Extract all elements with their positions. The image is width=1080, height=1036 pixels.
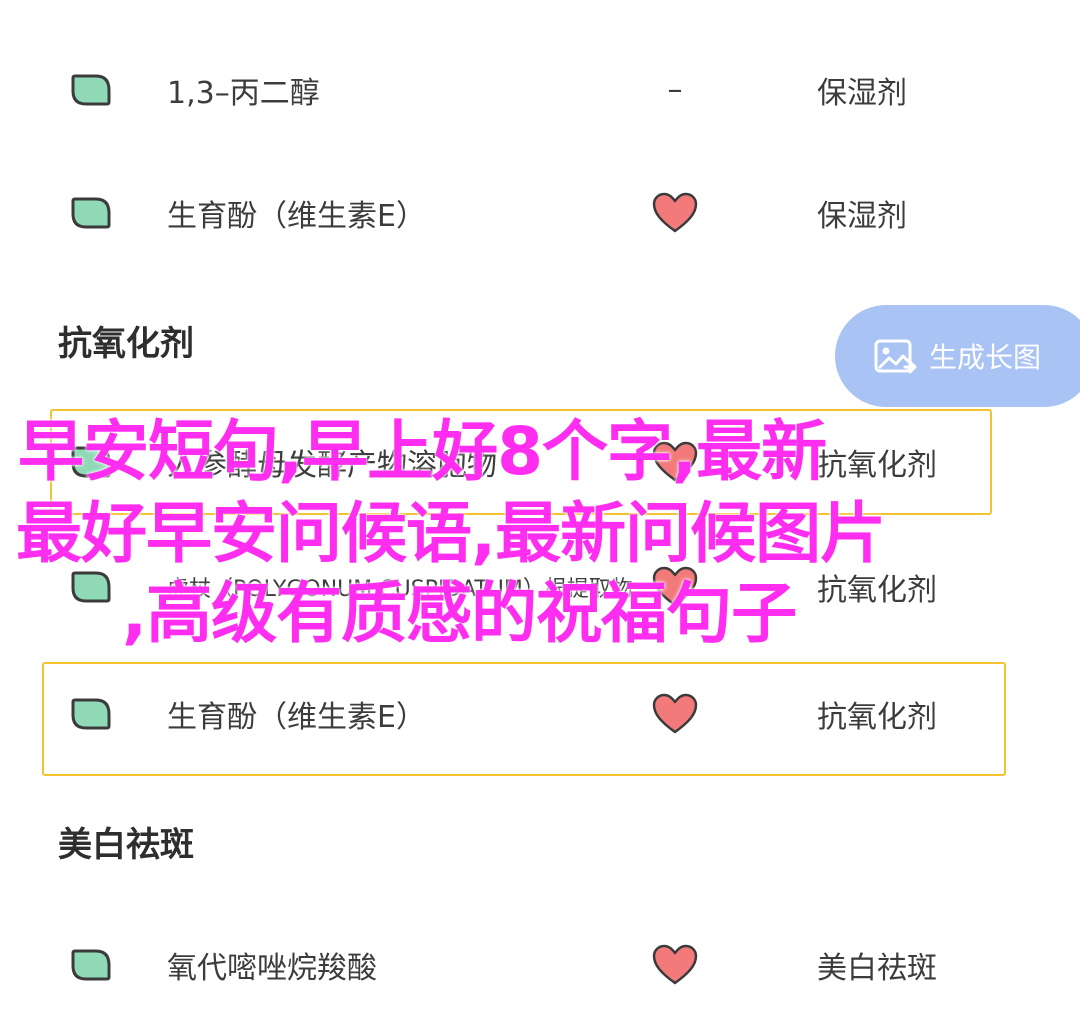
- leaf-icon: [71, 197, 111, 229]
- heart-icon: [652, 192, 698, 233]
- heart-icon: [652, 693, 698, 734]
- leaf-icon: [71, 949, 111, 981]
- ingredient-effect: 抗氧化剂: [817, 448, 937, 483]
- ingredient-row-1[interactable]: 1,3–丙二醇 – 保湿剂: [0, 40, 1080, 140]
- image-icon: [874, 339, 917, 374]
- ingredient-row-5[interactable]: 生育酚（维生素E） 抗氧化剂: [0, 664, 1080, 764]
- ingredient-name: 氧代嘧唑烷羧酸: [167, 951, 377, 986]
- rating-dash: –: [667, 72, 683, 108]
- ingredient-effect: 保湿剂: [817, 199, 907, 234]
- leaf-icon: [71, 74, 111, 106]
- leaf-icon: [71, 698, 111, 730]
- generate-button-label: 生成长图: [929, 341, 1042, 374]
- ingredient-row-6[interactable]: 氧代嘧唑烷羧酸 美白祛斑: [0, 915, 1080, 1015]
- headline-line-2: 最好早安问候语,最新问候图片: [16, 495, 886, 572]
- heart-icon: [652, 944, 698, 985]
- ingredient-name: 生育酚（维生素E）: [167, 700, 426, 735]
- ingredient-row-2[interactable]: 生育酚（维生素E） 保湿剂: [0, 163, 1080, 263]
- headline-line-1: 早安短句,早上好8个字,最新: [18, 413, 827, 490]
- section-heading-whitening: 美白祛斑: [58, 825, 194, 865]
- headline-line-3: ,高级有质感的祝福句子: [122, 575, 797, 652]
- ingredient-effect: 美白祛斑: [817, 951, 937, 986]
- section-heading-antioxidant: 抗氧化剂: [58, 324, 194, 364]
- ingredient-name: 生育酚（维生素E）: [167, 199, 426, 234]
- ingredient-effect: 保湿剂: [817, 76, 907, 111]
- leaf-icon: [71, 571, 111, 603]
- generate-long-image-button[interactable]: 生成长图: [835, 305, 1080, 407]
- ingredient-effect: 抗氧化剂: [817, 700, 937, 735]
- ingredient-name: 1,3–丙二醇: [167, 76, 320, 111]
